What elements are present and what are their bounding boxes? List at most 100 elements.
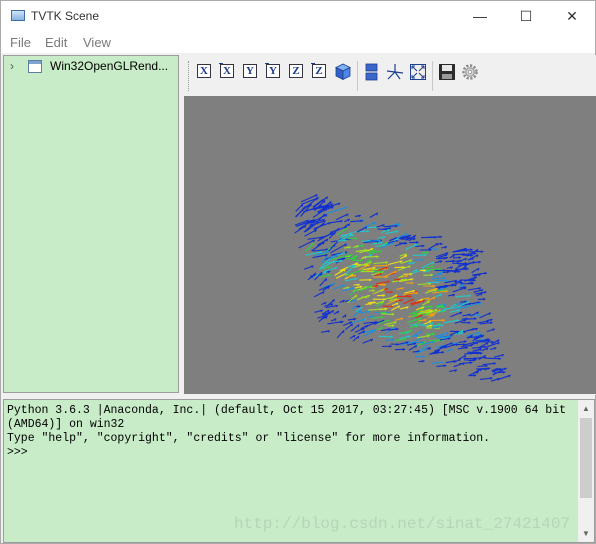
vector-field-plot[interactable] (184, 96, 596, 394)
window-node-icon (28, 60, 42, 73)
vector-arrow-head (369, 278, 372, 282)
console-line: (AMD64)] on win32 (7, 418, 125, 431)
vector-arrow-head (357, 283, 360, 287)
view-y-plus-button[interactable]: Y (242, 63, 260, 81)
chevron-right-icon[interactable]: › (10, 59, 20, 73)
tvtk-scene-window: TVTK Scene — ☐ ✕ File Edit View › Win32O… (0, 0, 596, 544)
menu-file[interactable]: File (10, 35, 31, 50)
console-prompt[interactable]: >>> (7, 446, 28, 459)
vector-arrow-head (360, 259, 363, 262)
view-x-minus-button[interactable]: X (219, 63, 237, 81)
vector-arrow-head (391, 312, 395, 316)
vector-arrow-head (416, 241, 419, 244)
watermark: http://blog.csdn.net/sinat_27421407 (234, 515, 571, 533)
console-line: Python 3.6.3 |Anaconda, Inc.| (default, … (7, 404, 566, 417)
view-z-plus-button[interactable]: Z (288, 63, 306, 81)
vector-arrow-head (487, 367, 491, 370)
vector-arrow-head (411, 281, 414, 285)
vector-arrow-head (355, 237, 358, 240)
menu-edit[interactable]: Edit (45, 35, 67, 50)
vector-arrow-head (376, 255, 379, 259)
show-axes-button[interactable] (386, 63, 404, 81)
vector-arrow-head (385, 264, 389, 267)
vector-arrow-head (480, 351, 483, 355)
menu-view[interactable]: View (83, 35, 111, 50)
close-button[interactable]: ✕ (549, 1, 595, 31)
maximize-button[interactable]: ☐ (503, 1, 549, 31)
pipeline-tree-panel: › Win32OpenGLRend... (3, 55, 179, 393)
title-bar[interactable]: TVTK Scene — ☐ ✕ (1, 1, 595, 31)
x-axis-view-icon: X (219, 63, 234, 78)
view-y-minus-button[interactable]: Y (265, 63, 283, 81)
toolbar-separator (357, 61, 358, 91)
fullscreen-icon (410, 64, 426, 80)
window-title: TVTK Scene (31, 9, 100, 23)
vector-arrow-head (382, 294, 385, 297)
vector-arrow-head (402, 348, 406, 351)
vector-arrow-head (432, 284, 435, 288)
parallel-projection-button[interactable] (363, 63, 381, 81)
tree-item-renderer[interactable]: › Win32OpenGLRend... (8, 58, 176, 76)
vector-arrow (305, 250, 323, 256)
vector-arrow-head (373, 301, 376, 304)
vector-arrow-head (478, 313, 481, 317)
menu-bar: File Edit View (1, 31, 595, 53)
vector-arrow (425, 268, 442, 271)
minimize-button[interactable]: — (457, 1, 503, 31)
isometric-view-button[interactable] (334, 63, 352, 81)
save-button[interactable] (438, 63, 456, 81)
vector-arrow-head (440, 323, 444, 327)
3d-render-view[interactable] (184, 96, 596, 394)
vector-arrow-head (440, 242, 443, 246)
view-x-plus-button[interactable]: X (196, 63, 214, 81)
python-shell[interactable]: Python 3.6.3 |Anaconda, Inc.| (default, … (3, 399, 595, 543)
save-icon (439, 64, 455, 80)
vector-arrow-head (473, 374, 477, 377)
vector-arrow-head (422, 355, 425, 358)
vector-arrow-head (390, 335, 393, 339)
z-axis-view-icon: Z (289, 64, 303, 78)
scroll-thumb[interactable] (580, 418, 592, 498)
vector-arrow-head (480, 250, 484, 254)
cube-icon (335, 63, 351, 81)
vector-arrow-head (366, 230, 370, 233)
y-axis-view-icon: Y (265, 63, 280, 78)
projection-icon (365, 63, 378, 81)
scroll-down-icon[interactable]: ▼ (578, 525, 594, 542)
vector-arrow-head (435, 247, 438, 251)
configure-button[interactable] (461, 63, 479, 81)
vector-arrow-head (354, 257, 357, 260)
vector-arrow-head (439, 235, 442, 239)
vector-arrow-head (389, 344, 392, 348)
x-axis-view-icon: X (197, 64, 211, 78)
scene-toolbar: X X Y Y Z Z (184, 55, 596, 95)
vector-arrow-head (436, 281, 440, 284)
y-axis-view-icon: Y (243, 64, 257, 78)
full-screen-button[interactable] (409, 63, 427, 81)
vector-arrow-head (371, 270, 375, 273)
toolbar-grip[interactable] (188, 61, 191, 91)
console-scrollbar[interactable]: ▲ ▼ (577, 400, 594, 542)
scroll-up-icon[interactable]: ▲ (578, 400, 594, 417)
z-axis-view-icon: Z (311, 63, 326, 78)
vector-arrow-head (426, 251, 429, 255)
vector-arrow-head (443, 276, 446, 280)
scene-viewer: X X Y Y Z Z (184, 55, 596, 395)
view-z-minus-button[interactable]: Z (311, 63, 329, 81)
vector-arrow-head (409, 295, 412, 298)
vector-arrow-head (483, 297, 486, 301)
axes-icon (386, 64, 404, 80)
vector-arrow-head (468, 321, 471, 325)
vector-arrow-head (442, 318, 445, 322)
vector-arrow-head (470, 248, 473, 252)
tree-item-label: Win32OpenGLRend... (50, 59, 169, 73)
vector-arrow-head (404, 241, 408, 245)
console-line: Type "help", "copyright", "credits" or "… (7, 432, 491, 445)
app-window-icon (11, 10, 25, 21)
gear-icon (462, 64, 478, 80)
vector-arrow-head (498, 357, 501, 360)
vector-arrow-head (374, 225, 377, 229)
vector-arrow-head (443, 303, 447, 307)
vector-arrow-head (390, 290, 393, 294)
vector-arrow-head (468, 294, 471, 298)
